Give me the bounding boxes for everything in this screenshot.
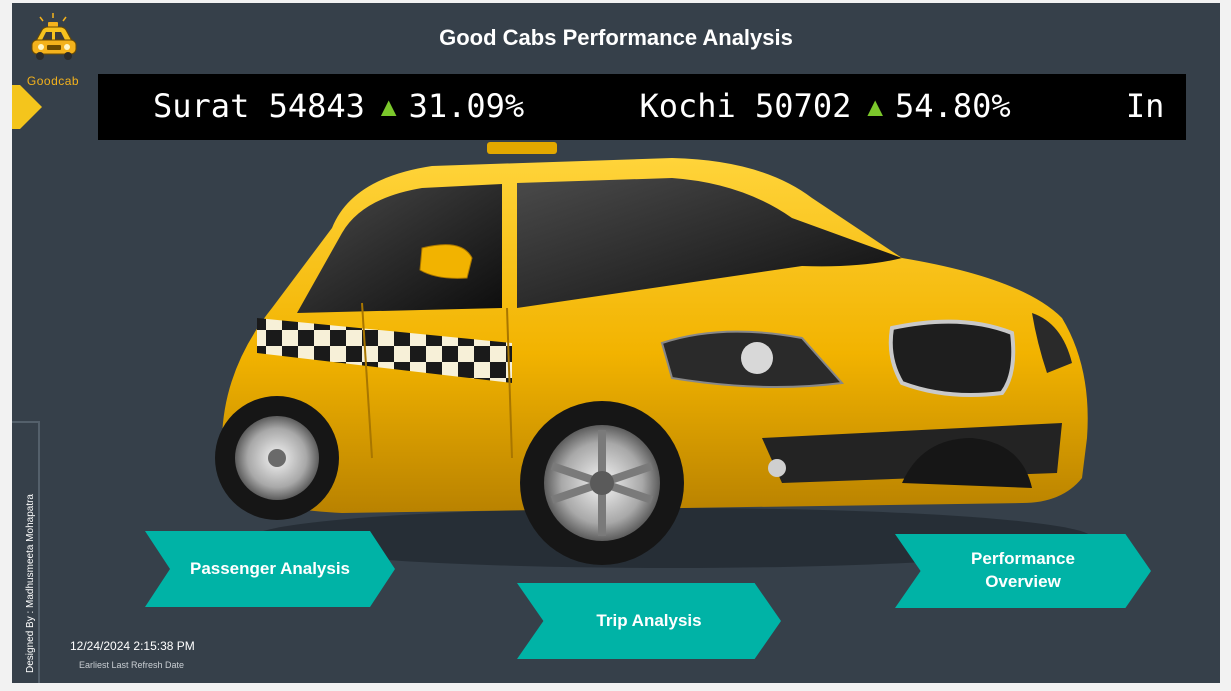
ticker-city: In [1125, 87, 1165, 125]
trip-analysis-button[interactable]: Trip Analysis [517, 583, 781, 659]
report-canvas: Goodcab Good Cabs Performance Analysis S… [12, 3, 1220, 683]
ticker-value: 54843 [268, 87, 365, 125]
refresh-date: 12/24/2024 2:15:38 PM [70, 639, 195, 653]
designer-credit-panel: Designed By : Madhusmeeta Mohapatra [12, 421, 40, 683]
ticker-item: Kochi 50702 ▲ 54.80% [639, 87, 1010, 125]
ticker-track: Surat 54843 ▲ 31.09% Kochi 50702 ▲ 54.80% In [153, 87, 1186, 125]
designer-credit: Designed By : Madhusmeeta Mohapatra [25, 494, 36, 673]
ticker-change: 54.80% [895, 87, 1011, 125]
passenger-analysis-button[interactable]: Passenger Analysis [145, 531, 395, 607]
refresh-date-label: Earliest Last Refresh Date [79, 660, 185, 670]
page-title: Good Cabs Performance Analysis [439, 25, 793, 50]
ticker-city: Kochi [639, 87, 736, 125]
ticker-item: In [1126, 87, 1165, 125]
chevron-right-icon [20, 85, 42, 129]
ticker-change: 31.09% [408, 87, 525, 125]
ticker-item: Surat 54843 ▲ 31.09% [153, 87, 524, 125]
ticker-city: Surat [153, 87, 250, 125]
ticker-marker [12, 85, 20, 129]
arrow-up-icon: ▲ [380, 92, 397, 122]
arrow-up-icon: ▲ [867, 92, 884, 122]
yellow-taxi-car-image [215, 142, 1092, 568]
performance-overview-button[interactable]: Performance Overview [895, 534, 1151, 608]
city-ticker: Surat 54843 ▲ 31.09% Kochi 50702 ▲ 54.80% In [98, 74, 1186, 140]
ticker-value: 50702 [755, 87, 852, 125]
